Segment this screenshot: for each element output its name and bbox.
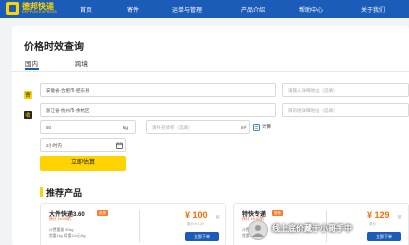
product-eta: 预计 20:00前 xyxy=(49,217,71,221)
calendar-icon xyxy=(116,142,123,149)
section-accent-bar xyxy=(40,187,43,197)
product-price-suffix: 起 xyxy=(398,215,402,219)
tab-active-indicator xyxy=(25,68,39,70)
nav-waybill[interactable]: 运单与管理 xyxy=(172,5,202,14)
volume-input[interactable]: 请补充体积（选填） m³ xyxy=(146,120,250,134)
product-price: ¥ 100 xyxy=(185,210,208,220)
origin-detail-input[interactable]: 请输入详细地址（选填） xyxy=(282,83,409,97)
svg-text:收: 收 xyxy=(25,111,31,119)
origin-detail-placeholder: 请输入详细地址（选填） xyxy=(288,88,338,93)
product-rate: 首重1kg 续重3.6元/kg xyxy=(49,234,86,238)
recommend-title: 推荐产品 xyxy=(46,188,83,198)
query-card: 价格时效查询 国内 跨境 寄 安徽省-合肥市-肥东县 请输入详细地址（选填） 收… xyxy=(12,26,409,245)
nav-help[interactable]: 帮助中心 xyxy=(299,5,323,14)
watermark-text: 线上底价藏于小哥手中 xyxy=(272,224,352,233)
product-original-price: 原价 xyxy=(369,222,376,226)
product-price: ¥ 129 xyxy=(367,210,390,220)
svg-text:寄: 寄 xyxy=(25,91,31,99)
weight-unit: kg xyxy=(123,125,128,130)
calculator-icon xyxy=(253,124,260,131)
origin-address-value: 安徽省-合肥市-肥东县 xyxy=(46,88,90,93)
nav-about[interactable]: 关于我们 xyxy=(361,5,385,14)
nav-products[interactable]: 产品介绍 xyxy=(241,5,265,14)
tab-cross-border[interactable]: 跨境 xyxy=(75,58,88,68)
product-price-suffix: 起 xyxy=(216,215,220,219)
weight-input[interactable]: 50 kg xyxy=(40,120,136,134)
brand-logo[interactable]: 德邦快递 DEPPON EXPRESS xyxy=(6,2,70,16)
top-nav-bar: 德邦快递 DEPPON EXPRESS 首页 寄件 运单与管理 产品介绍 帮助中… xyxy=(0,0,409,18)
product-badge: 推荐 xyxy=(272,210,283,216)
page-title: 价格时效查询 xyxy=(24,42,84,53)
product-divider xyxy=(139,210,140,242)
order-button[interactable]: 立即下单 xyxy=(367,232,401,241)
brand-tagline: DEPPON EXPRESS xyxy=(22,10,58,14)
origin-address-field[interactable]: 安徽省-合肥市-肥东县 xyxy=(40,83,276,97)
tabs-divider xyxy=(12,71,409,72)
volume-placeholder: 请补充体积（选填） xyxy=(152,125,193,130)
origin-marker-icon: 寄 xyxy=(24,86,32,104)
product-badge: 推荐 xyxy=(97,210,108,216)
pickup-time-value: 2小时内 xyxy=(46,143,63,148)
nav-send[interactable]: 寄件 xyxy=(127,5,139,14)
estimate-button[interactable]: 立即估算 xyxy=(40,156,126,171)
nav-home[interactable]: 首页 xyxy=(80,5,92,14)
order-button[interactable]: 立即下单 xyxy=(185,232,219,241)
watermark-avatar-icon xyxy=(248,220,268,240)
product-card[interactable]: 大件快递3.60 推荐 预计 20:00前 计费重量 50kg 首重1kg 续重… xyxy=(40,203,226,245)
volume-unit: m³ xyxy=(241,125,247,130)
destination-marker-icon: 收 xyxy=(24,106,32,124)
product-original-price: 原价 ¥ 129 xyxy=(187,222,204,226)
destination-address-field[interactable]: 浙江省-杭州市-余杭区 xyxy=(40,103,276,117)
destination-address-value: 浙江省-杭州市-余杭区 xyxy=(46,108,90,113)
weight-value: 50 xyxy=(46,125,52,130)
product-billing-weight: 计费重量 50kg xyxy=(49,228,74,232)
volume-calc-label: 计算 xyxy=(262,124,271,129)
destination-detail-placeholder: 目的地详细地址（选填） xyxy=(288,108,338,113)
destination-detail-input[interactable]: 目的地详细地址（选填） xyxy=(282,103,409,117)
tab-domestic[interactable]: 国内 xyxy=(25,58,38,68)
pickup-time-select[interactable]: 2小时内 xyxy=(40,138,126,152)
logo-mark-icon xyxy=(6,2,19,15)
